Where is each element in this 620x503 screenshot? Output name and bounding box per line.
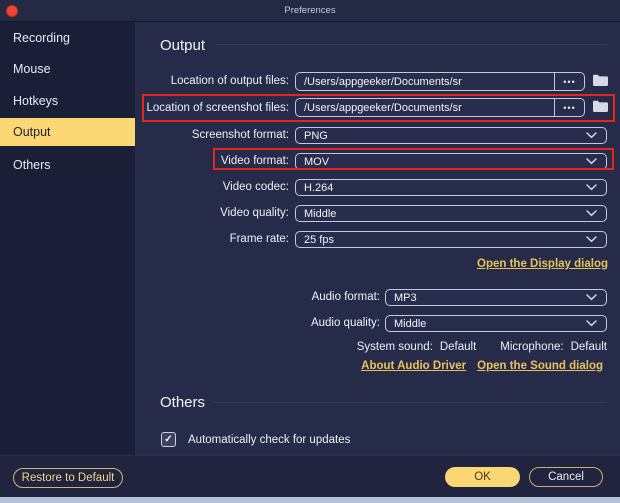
screenshot-format-select[interactable]: PNG — [295, 127, 607, 144]
ok-button[interactable]: OK — [445, 467, 520, 487]
chevron-down-icon — [586, 320, 597, 327]
screenshot-format-label: Screenshot format: — [192, 129, 289, 141]
video-quality-select[interactable]: Middle — [295, 205, 607, 222]
video-codec-value: H.264 — [304, 182, 333, 194]
chevron-down-icon — [586, 210, 597, 217]
output-location-input[interactable]: /Users/appgeeker/Documents/sr ••• — [295, 72, 585, 91]
auto-update-checkbox[interactable]: ✓ — [161, 432, 176, 447]
screenshot-location-label: Location of screenshot files: — [146, 102, 289, 114]
ellipsis-icon: ••• — [563, 77, 575, 87]
footer-bar: Restore to Default OK Cancel — [0, 455, 620, 497]
screenshot-location-value: /Users/appgeeker/Documents/sr — [296, 102, 554, 114]
video-quality-label: Video quality: — [220, 207, 289, 219]
screenshot-location-browse-button[interactable]: ••• — [554, 99, 584, 116]
video-format-label: Video format: — [221, 155, 289, 167]
sidebar-item-output[interactable]: Output — [0, 118, 135, 146]
frame-rate-select[interactable]: 25 fps — [295, 231, 607, 248]
output-section-heading: Output — [160, 37, 205, 54]
video-format-value: MOV — [304, 156, 329, 168]
output-location-value: /Users/appgeeker/Documents/sr — [296, 76, 554, 88]
chevron-down-icon — [586, 236, 597, 243]
sidebar-item-hotkeys[interactable]: Hotkeys — [0, 87, 135, 115]
window-title: Preferences — [0, 0, 620, 22]
ellipsis-icon: ••• — [563, 103, 575, 113]
audio-quality-label: Audio quality: — [311, 317, 380, 329]
output-heading-rule — [216, 44, 607, 45]
folder-icon — [593, 99, 608, 117]
audio-links-row: About Audio Driver Open the Sound dialog — [361, 360, 603, 372]
titlebar: Preferences — [0, 0, 620, 22]
sidebar-item-others[interactable]: Others — [0, 151, 135, 179]
chevron-down-icon — [586, 294, 597, 301]
video-codec-label: Video codec: — [223, 181, 289, 193]
system-sound-value: Default — [440, 341, 476, 353]
audio-format-select[interactable]: MP3 — [385, 289, 607, 306]
output-location-folder-button[interactable] — [589, 73, 611, 90]
check-icon: ✓ — [164, 434, 172, 445]
microphone-value: Default — [571, 341, 607, 353]
output-location-label: Location of output files: — [171, 75, 289, 87]
screenshot-location-folder-button[interactable] — [589, 99, 611, 116]
restore-default-button[interactable]: Restore to Default — [13, 468, 123, 488]
audio-format-label: Audio format: — [312, 291, 380, 303]
chevron-down-icon — [586, 184, 597, 191]
screenshot-location-input[interactable]: /Users/appgeeker/Documents/sr ••• — [295, 98, 585, 117]
others-heading-rule — [213, 402, 607, 403]
frame-rate-label: Frame rate: — [230, 233, 289, 245]
video-format-select[interactable]: MOV — [295, 153, 607, 170]
sound-status-row: System sound: Default Microphone: Defaul… — [357, 341, 607, 353]
preferences-window: Preferences Recording Mouse Hotkeys Outp… — [0, 0, 620, 503]
video-quality-value: Middle — [304, 208, 336, 220]
microphone-label: Microphone: — [500, 341, 563, 353]
app-surface: Preferences Recording Mouse Hotkeys Outp… — [0, 0, 620, 497]
chevron-down-icon — [586, 132, 597, 139]
folder-icon — [593, 73, 608, 91]
audio-quality-select[interactable]: Middle — [385, 315, 607, 332]
video-codec-select[interactable]: H.264 — [295, 179, 607, 196]
system-sound-label: System sound: — [357, 341, 433, 353]
auto-update-label: Automatically check for updates — [188, 434, 350, 446]
desktop-background-strip — [0, 497, 620, 503]
output-location-browse-button[interactable]: ••• — [554, 73, 584, 90]
sidebar-item-recording[interactable]: Recording — [0, 24, 135, 52]
cancel-button[interactable]: Cancel — [529, 467, 603, 487]
frame-rate-value: 25 fps — [304, 234, 334, 246]
open-sound-dialog-link[interactable]: Open the Sound dialog — [477, 360, 603, 372]
sidebar-item-mouse[interactable]: Mouse — [0, 55, 135, 83]
chevron-down-icon — [586, 158, 597, 165]
screenshot-format-value: PNG — [304, 130, 328, 142]
sidebar: Recording Mouse Hotkeys Output Others — [0, 22, 135, 455]
audio-quality-value: Middle — [394, 318, 426, 330]
close-button[interactable] — [6, 5, 18, 17]
open-display-dialog-link[interactable]: Open the Display dialog — [477, 258, 608, 270]
about-audio-driver-link[interactable]: About Audio Driver — [361, 360, 466, 372]
others-section-heading: Others — [160, 394, 205, 411]
audio-format-value: MP3 — [394, 292, 417, 304]
